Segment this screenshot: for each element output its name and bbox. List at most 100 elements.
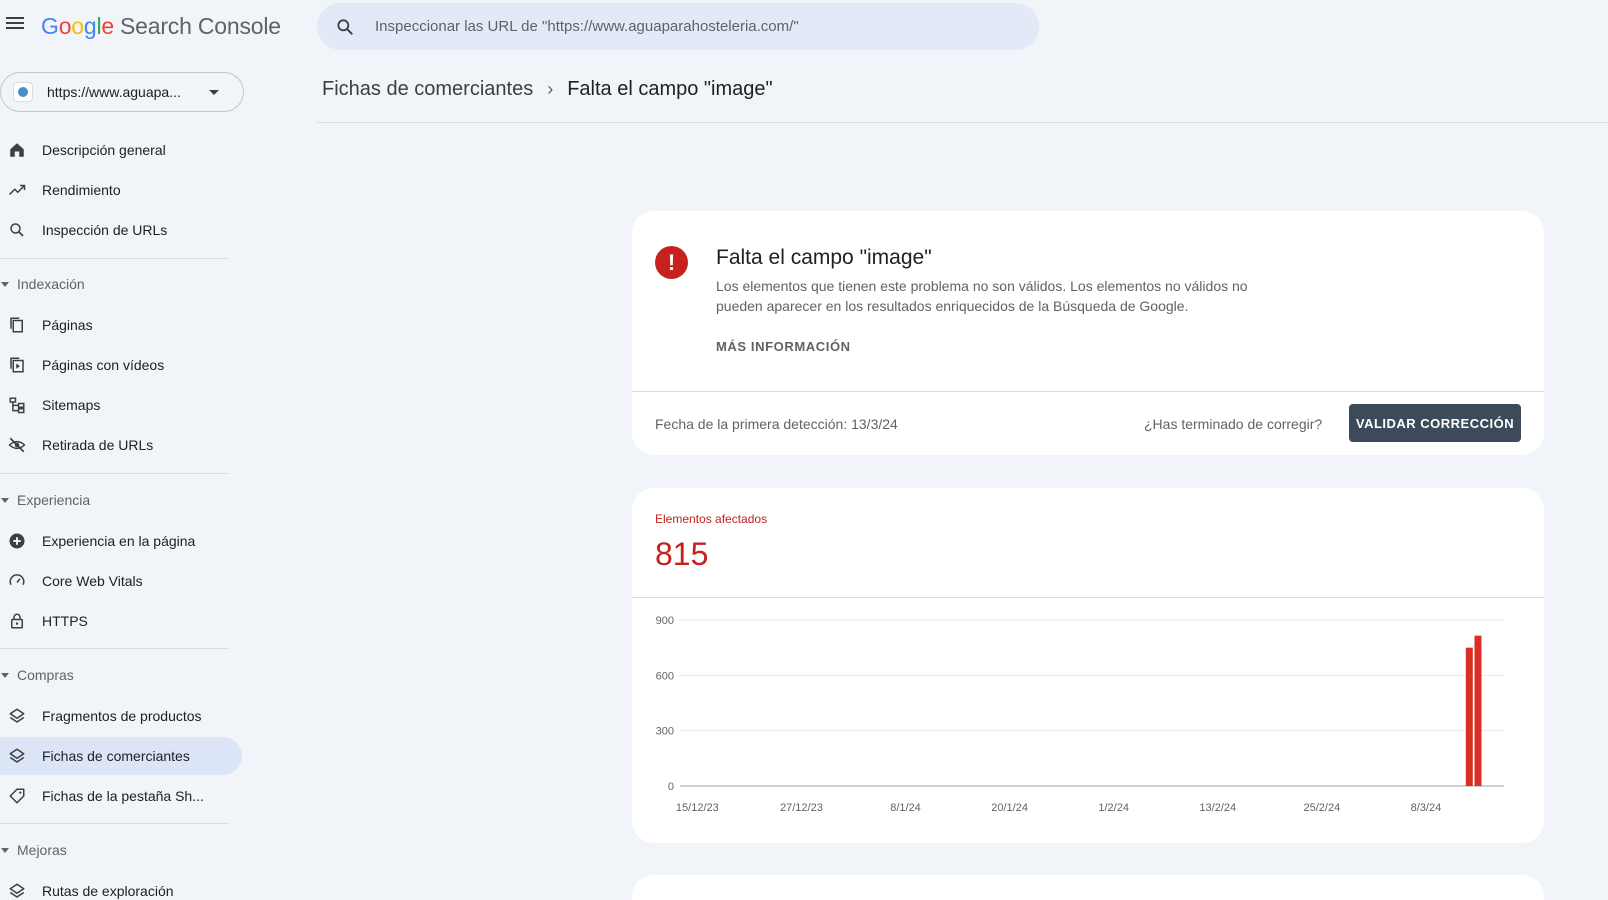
- sidebar-item-label: Fragmentos de productos: [42, 708, 202, 724]
- sidebar-divider: [0, 258, 229, 259]
- property-selector[interactable]: https://www.aguapa...: [0, 72, 244, 112]
- url-inspection-search[interactable]: [317, 3, 1039, 50]
- sidebar-item-https[interactable]: HTTPS: [0, 602, 242, 640]
- trending-up-icon: [8, 184, 26, 196]
- sidebar-item-label: Experiencia en la página: [42, 533, 196, 549]
- chevron-down-icon: [209, 90, 219, 95]
- sidebar-item-paginas-con-videos[interactable]: Páginas con vídeos: [0, 346, 242, 384]
- layers-icon: [9, 748, 25, 763]
- sidebar-item-label: HTTPS: [42, 613, 88, 629]
- sidebar-item-label: Rendimiento: [42, 182, 121, 198]
- sidebar-item-fragmentos-de-productos[interactable]: Fragmentos de productos: [0, 697, 242, 735]
- done-fixing-question: ¿Has terminado de corregir?: [1144, 416, 1323, 432]
- x-tick-label: 25/2/24: [1304, 802, 1341, 814]
- card-divider: [632, 391, 1544, 392]
- sidebar-section-compras[interactable]: Compras: [0, 667, 74, 683]
- sidebar-item-retirada-de-urls[interactable]: Retirada de URLs: [0, 426, 242, 464]
- x-tick-label: 20/1/24: [991, 802, 1028, 814]
- affected-items-count: 815: [655, 536, 709, 572]
- validate-fix-button[interactable]: VALIDAR CORRECCIÓN: [1349, 404, 1521, 442]
- lock-icon: [11, 613, 23, 629]
- sidebar-item-label: Páginas con vídeos: [42, 357, 165, 373]
- sidebar-divider: [0, 648, 229, 649]
- x-tick-label: 13/2/24: [1199, 802, 1236, 814]
- sidebar-item-fichas-de-comerciantes[interactable]: Fichas de comerciantes: [0, 737, 242, 775]
- more-info-link[interactable]: MÁS INFORMACIÓN: [716, 339, 851, 354]
- issue-card: ! Falta el campo "image" Los elementos q…: [632, 211, 1544, 455]
- issue-title: Falta el campo "image": [716, 246, 932, 269]
- collapse-arrow-icon: [1, 672, 9, 678]
- sidebar-item-label: Rutas de exploración: [42, 883, 174, 899]
- logo-product-name: Search Console: [120, 13, 281, 39]
- chevron-right-icon: ›: [547, 79, 554, 99]
- x-tick-label: 8/1/24: [890, 802, 921, 814]
- sidebar-item-label: Descripción general: [42, 142, 166, 158]
- y-tick-label: 300: [656, 726, 674, 738]
- eye-off-icon: [8, 437, 26, 453]
- sidebar-divider: [0, 473, 229, 474]
- collapse-arrow-icon: [1, 847, 9, 853]
- property-favicon-icon: [13, 82, 33, 102]
- sidebar-item-label: Fichas de la pestaña Sh...: [42, 788, 204, 804]
- y-tick-label: 600: [656, 670, 674, 682]
- bar: [1465, 647, 1473, 786]
- tag-icon: [9, 788, 25, 804]
- sidebar-item-paginas[interactable]: Páginas: [0, 306, 242, 344]
- property-label: https://www.aguapa...: [47, 84, 181, 100]
- logo-letter: o: [58, 13, 72, 39]
- error-icon: !: [655, 246, 688, 279]
- home-icon: [10, 143, 24, 157]
- search-icon: [337, 19, 353, 35]
- affected-items-chart: 0 300 600 900 15/12/23 27/12/23 8/1/24 20/1/24 1…: [656, 615, 1504, 814]
- sidebar-section-experiencia[interactable]: Experiencia: [0, 492, 90, 508]
- sidebar-item-rutas-de-exploracion[interactable]: Rutas de exploración: [0, 872, 242, 900]
- header-divider: [317, 122, 1608, 123]
- sidebar-item-label: Fichas de comerciantes: [42, 748, 190, 764]
- first-detected-date: Fecha de la primera detección: 13/3/24: [655, 416, 898, 432]
- x-tick-label: 8/3/24: [1411, 802, 1442, 814]
- logo-letter: g: [83, 13, 97, 39]
- sidebar-item-inspeccion-de-urls[interactable]: Inspección de URLs: [0, 211, 242, 249]
- sidebar-item-sitemaps[interactable]: Sitemaps: [0, 386, 242, 424]
- breadcrumb-current: Falta el campo "image": [567, 78, 773, 100]
- layers-icon: [9, 883, 25, 898]
- sidebar-section-title: Indexación: [17, 276, 85, 292]
- sidebar-item-experiencia-en-la-pagina[interactable]: Experiencia en la página: [0, 522, 242, 560]
- menu-icon[interactable]: [4, 14, 26, 36]
- breadcrumb: Fichas de comerciantes › Falta el campo "i…: [322, 78, 773, 101]
- layers-icon: [9, 708, 25, 723]
- x-tick-label: 15/12/23: [676, 802, 719, 814]
- plus-circle-icon: [9, 533, 25, 549]
- sidebar-divider: [0, 823, 229, 824]
- sidebar-section-indexacion[interactable]: Indexación: [0, 276, 85, 292]
- logo-letter: o: [71, 13, 84, 39]
- top-bar: Google Search Console: [0, 0, 1608, 56]
- pages-icon: [10, 317, 23, 333]
- x-tick-label: 27/12/23: [780, 802, 823, 814]
- sidebar-item-label: Sitemaps: [42, 397, 101, 413]
- sidebar-item-fichas-de-la-pestana-sh[interactable]: Fichas de la pestaña Sh...: [0, 777, 242, 815]
- sidebar-item-rendimiento[interactable]: Rendimiento: [0, 171, 242, 209]
- y-tick-label: 900: [656, 615, 674, 627]
- collapse-arrow-icon: [1, 497, 9, 503]
- issue-description: Los elementos que tienen este problema n…: [716, 278, 1248, 314]
- collapse-arrow-icon: [1, 281, 9, 287]
- sidebar-item-descripcion-general[interactable]: Descripción general: [0, 131, 242, 169]
- sidebar-item-core-web-vitals[interactable]: Core Web Vitals: [0, 562, 242, 600]
- sitemap-icon: [9, 397, 25, 414]
- sidebar-section-title: Compras: [17, 667, 74, 683]
- affected-items-card: Elementos afectados 815 0 300 600 900 15/12/…: [632, 488, 1544, 843]
- sidebar-item-label: Páginas: [42, 317, 93, 333]
- y-tick-label: 0: [668, 781, 674, 793]
- card-divider: [632, 597, 1544, 598]
- app-logo[interactable]: Google Search Console: [41, 13, 281, 40]
- video-pages-icon: [10, 357, 24, 373]
- search-input[interactable]: [375, 3, 1015, 50]
- logo-letter: G: [41, 13, 59, 39]
- sidebar-item-label: Retirada de URLs: [42, 437, 154, 453]
- x-tick-label: 1/2/24: [1098, 802, 1129, 814]
- sidebar-section-mejoras[interactable]: Mejoras: [0, 842, 67, 858]
- breadcrumb-parent-link[interactable]: Fichas de comerciantes: [322, 78, 533, 100]
- gauge-icon: [9, 574, 25, 586]
- sidebar-item-label: Inspección de URLs: [42, 222, 168, 238]
